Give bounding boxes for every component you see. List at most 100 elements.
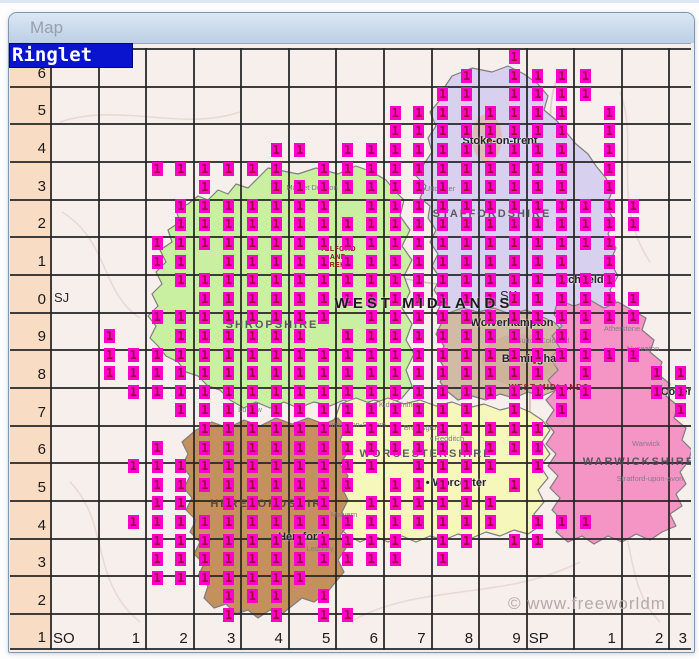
distribution-square: 1 <box>485 162 496 176</box>
col-label: SP <box>529 630 549 647</box>
distribution-square: 1 <box>223 459 234 473</box>
distribution-square: 1 <box>223 366 234 380</box>
distribution-square: 1 <box>294 515 305 529</box>
distribution-square: 1 <box>366 366 377 380</box>
distribution-square: 1 <box>294 441 305 455</box>
distribution-square: 1 <box>509 255 520 269</box>
distribution-square: 1 <box>556 106 567 120</box>
map-label: • Worcester <box>426 477 487 489</box>
distribution-square: 1 <box>271 310 282 324</box>
distribution-square: 1 <box>604 217 615 231</box>
distribution-square: 1 <box>152 162 163 176</box>
distribution-square: 1 <box>175 348 186 362</box>
distribution-square: 1 <box>413 385 424 399</box>
distribution-square: 1 <box>532 329 543 343</box>
distribution-square: 1 <box>390 422 401 436</box>
distribution-square: 1 <box>390 273 401 287</box>
species-name-label[interactable]: Ringlet <box>9 43 133 68</box>
distribution-square: 1 <box>128 348 139 362</box>
distribution-square: 1 <box>580 366 591 380</box>
distribution-square: 1 <box>318 162 329 176</box>
distribution-square: 1 <box>413 180 424 194</box>
road-line <box>60 112 240 122</box>
distribution-square: 1 <box>271 385 282 399</box>
distribution-square: 1 <box>271 366 282 380</box>
map-label: WORCESTERSHIRE <box>359 448 492 460</box>
distribution-square: 1 <box>580 329 591 343</box>
distribution-square: 1 <box>247 366 258 380</box>
distribution-square: 1 <box>532 534 543 548</box>
distribution-square: 1 <box>485 106 496 120</box>
distribution-square: 1 <box>318 422 329 436</box>
distribution-square: 1 <box>271 255 282 269</box>
distribution-square: 1 <box>199 366 210 380</box>
distribution-square: 1 <box>437 106 448 120</box>
grid-hline <box>10 500 691 502</box>
distribution-square: 1 <box>366 217 377 231</box>
distribution-square: 1 <box>390 180 401 194</box>
distribution-square: 1 <box>413 478 424 492</box>
distribution-square: 1 <box>247 255 258 269</box>
distribution-square: 1 <box>556 329 567 343</box>
distribution-square: 1 <box>390 143 401 157</box>
distribution-square: 1 <box>532 124 543 138</box>
distribution-square: 1 <box>509 236 520 250</box>
distribution-square: 1 <box>413 459 424 473</box>
row-label: 4 <box>10 517 46 534</box>
distribution-square: 1 <box>294 180 305 194</box>
distribution-square: 1 <box>532 162 543 176</box>
distribution-square: 1 <box>318 385 329 399</box>
distribution-square: 1 <box>390 255 401 269</box>
distribution-square: 1 <box>342 143 353 157</box>
distribution-square: 1 <box>532 292 543 306</box>
grid-hline <box>10 575 691 577</box>
distribution-square: 1 <box>413 143 424 157</box>
distribution-square: 1 <box>294 143 305 157</box>
row-label: 2 <box>10 592 46 609</box>
distribution-square: 1 <box>509 403 520 417</box>
distribution-square: 1 <box>247 236 258 250</box>
distribution-square: 1 <box>390 348 401 362</box>
distribution-square: 1 <box>366 459 377 473</box>
distribution-square: 1 <box>437 459 448 473</box>
distribution-square: 1 <box>199 236 210 250</box>
distribution-square: 1 <box>390 515 401 529</box>
distribution-square: 1 <box>509 69 520 83</box>
distribution-square: 1 <box>199 310 210 324</box>
distribution-square: 1 <box>556 255 567 269</box>
distribution-square: 1 <box>223 552 234 566</box>
distribution-square: 1 <box>271 608 282 622</box>
distribution-square: 1 <box>175 552 186 566</box>
distribution-square: 1 <box>532 106 543 120</box>
distribution-square: 1 <box>556 292 567 306</box>
distribution-square: 1 <box>223 310 234 324</box>
distribution-square: 1 <box>342 217 353 231</box>
distribution-square: 1 <box>271 441 282 455</box>
distribution-square: 1 <box>271 515 282 529</box>
distribution-square: 1 <box>294 403 305 417</box>
row-label: 5 <box>10 102 46 119</box>
distribution-square: 1 <box>413 348 424 362</box>
distribution-square: 1 <box>485 236 496 250</box>
map-label: Atherstone <box>604 324 640 333</box>
distribution-square: 1 <box>152 571 163 585</box>
distribution-square: 1 <box>294 496 305 510</box>
map-canvas[interactable]: 6543210987654321SO123456789SP123SJSK Sto… <box>10 43 691 651</box>
distribution-square: 1 <box>152 478 163 492</box>
distribution-square: 1 <box>461 329 472 343</box>
distribution-square: 1 <box>413 515 424 529</box>
map-label: Stratford-upon-avon <box>617 474 684 483</box>
distribution-square: 1 <box>342 422 353 436</box>
distribution-square: 1 <box>437 366 448 380</box>
distribution-square: 1 <box>437 162 448 176</box>
window-titlebar[interactable]: Map <box>9 13 694 43</box>
distribution-square: 1 <box>152 310 163 324</box>
distribution-square: 1 <box>152 496 163 510</box>
distribution-square: 1 <box>390 106 401 120</box>
distribution-square: 1 <box>437 403 448 417</box>
distribution-square: 1 <box>461 273 472 287</box>
distribution-square: 1 <box>556 273 567 287</box>
distribution-square: 1 <box>509 124 520 138</box>
distribution-square: 1 <box>532 515 543 529</box>
map-label: Warwick <box>632 439 660 448</box>
